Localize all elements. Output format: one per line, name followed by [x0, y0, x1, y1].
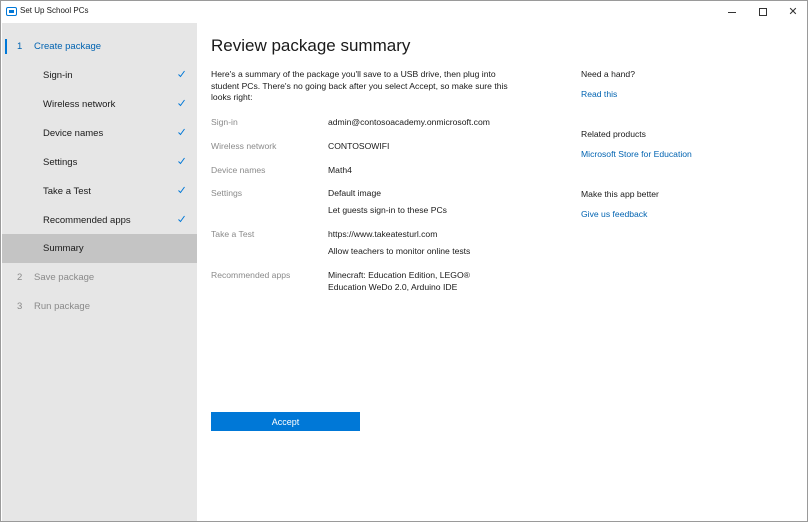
checkmark-icon: [178, 215, 185, 223]
sidebar-item-take-a-test[interactable]: Take a Test: [2, 177, 197, 206]
checkmark-icon: [178, 99, 185, 107]
checkmark-icon: [178, 157, 185, 165]
sidebar-item-summary[interactable]: Summary: [2, 234, 197, 263]
make-app-better-heading: Make this app better: [581, 189, 659, 199]
maximize-icon: [759, 8, 767, 16]
sidebar-item-label: Take a Test: [43, 186, 91, 197]
recommended-apps-label: Recommended apps: [211, 270, 291, 280]
checkmark-icon: [178, 186, 185, 194]
checkmark-icon: [178, 128, 185, 136]
sidebar-item-label: Run package: [34, 301, 90, 312]
sidebar-item-label: Save package: [34, 272, 95, 283]
sidebar-item-create-package[interactable]: 1 Create package: [2, 32, 197, 61]
sidebar-item-label: Summary: [43, 243, 84, 254]
give-feedback-link[interactable]: Give us feedback: [581, 209, 647, 219]
recommended-apps-value-line1: Minecraft: Education Edition, LEGO®: [328, 270, 470, 280]
step-number: 3: [17, 301, 23, 312]
related-products-heading: Related products: [581, 129, 646, 139]
page-title: Review package summary: [211, 36, 411, 55]
read-this-link[interactable]: Read this: [581, 89, 617, 99]
intro-text: Here's a summary of the package you'll s…: [211, 69, 508, 102]
minimize-icon: [728, 11, 736, 13]
take-a-test-url: https://www.takeatesturl.com: [328, 229, 438, 239]
step-number: 1: [17, 41, 23, 52]
take-a-test-label: Take a Test: [211, 229, 255, 239]
settings-value-guests: Let guests sign-in to these PCs: [328, 205, 447, 215]
signin-value: admin@contosoacademy.onmicrosoft.com: [328, 117, 490, 127]
sidebar-item-wireless-network[interactable]: Wireless network: [2, 90, 197, 119]
store-for-education-link[interactable]: Microsoft Store for Education: [581, 149, 692, 159]
sidebar-item-save-package: 2 Save package: [2, 263, 197, 292]
accept-button[interactable]: Accept: [211, 412, 360, 431]
settings-value-image: Default image: [328, 188, 382, 198]
active-indicator: [5, 39, 7, 54]
minimize-button[interactable]: [716, 1, 748, 23]
settings-label: Settings: [211, 188, 243, 198]
window-title: Set Up School PCs: [20, 6, 89, 15]
recommended-apps-value-line2: Education WeDo 2.0, Arduino IDE: [328, 282, 458, 292]
sidebar-item-sign-in[interactable]: Sign-in: [2, 61, 197, 90]
need-help-heading: Need a hand?: [581, 69, 635, 79]
close-button[interactable]: ✕: [777, 1, 808, 23]
device-names-label: Device names: [211, 165, 266, 175]
title-bar: Set Up School PCs ✕: [1, 1, 807, 23]
take-a-test-monitor: Allow teachers to monitor online tests: [328, 246, 471, 256]
app-icon: [6, 7, 17, 16]
sidebar-item-recommended-apps[interactable]: Recommended apps: [2, 206, 197, 235]
sidebar: 1 Create package Sign-in Wireless networ…: [2, 23, 197, 521]
device-names-value: Math4: [328, 165, 352, 175]
sidebar-item-label: Recommended apps: [43, 215, 131, 226]
sidebar-item-label: Wireless network: [43, 99, 116, 110]
sidebar-item-settings[interactable]: Settings: [2, 148, 197, 177]
maximize-button[interactable]: [747, 1, 779, 23]
step-number: 2: [17, 272, 23, 283]
sidebar-item-run-package: 3 Run package: [2, 292, 197, 321]
wireless-label: Wireless network: [211, 141, 277, 151]
sidebar-item-label: Settings: [43, 157, 78, 168]
wireless-value: CONTOSOWIFI: [328, 141, 390, 151]
sidebar-item-label: Create package: [34, 41, 102, 52]
checkmark-icon: [178, 70, 185, 78]
main-content: Review package summary Here's a summary …: [197, 23, 808, 521]
sidebar-item-device-names[interactable]: Device names: [2, 119, 197, 148]
app-window: Set Up School PCs ✕ 1 Create package Sig…: [0, 0, 808, 522]
signin-label: Sign-in: [211, 117, 238, 127]
sidebar-item-label: Sign-in: [43, 70, 73, 81]
close-icon: ✕: [788, 5, 798, 18]
sidebar-item-label: Device names: [43, 128, 104, 139]
